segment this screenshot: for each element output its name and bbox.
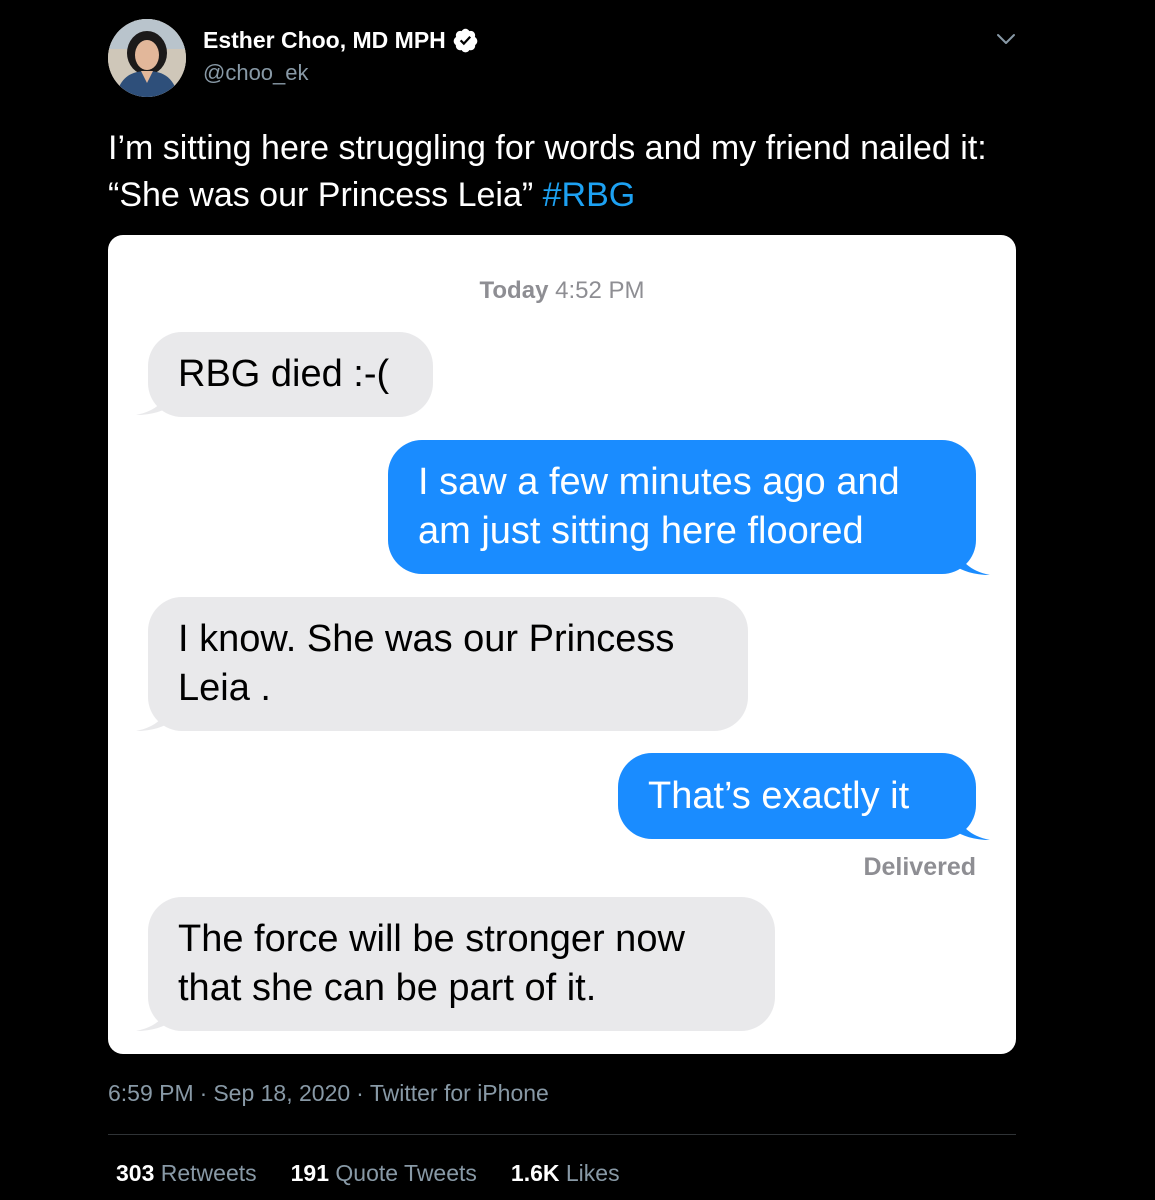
message-bubble-outgoing: That’s exactly it (618, 753, 976, 839)
tweet-text: I’m sitting here struggling for words an… (108, 125, 1008, 219)
likes-count: 1.6K (510, 1160, 560, 1186)
message-text: am just sitting here floored (418, 510, 864, 552)
message-text: I know. She was our Princess (178, 618, 675, 660)
message-bubble-incoming: I know. She was our Princess Leia . (148, 597, 748, 731)
author-name[interactable]: Esther Choo, MD MPH (203, 27, 446, 54)
message-text: That’s exactly it (648, 774, 910, 817)
meta-separator: · (199, 1080, 208, 1106)
message-timestamp: Today 4:52 PM (108, 277, 1016, 305)
tweet-date[interactable]: Sep 18, 2020 (213, 1080, 350, 1106)
retweets-label: Retweets (154, 1160, 257, 1186)
avatar[interactable] (108, 19, 186, 97)
likes-stat[interactable]: 1.6K Likes (511, 1160, 620, 1187)
chevron-down-icon[interactable] (992, 27, 1020, 51)
tweet-time[interactable]: 6:59 PM (108, 1080, 194, 1106)
timestamp-time: 4:52 PM (548, 277, 645, 304)
verified-badge-icon (452, 27, 479, 54)
author-handle[interactable]: @choo_ek (203, 60, 309, 86)
message-text: RBG died :-( (178, 353, 390, 395)
message-text: I saw a few minutes ago and (418, 461, 900, 503)
avatar-image (108, 19, 186, 97)
quote-tweets-stat[interactable]: 191 Quote Tweets (291, 1160, 477, 1187)
message-bubble-outgoing: I saw a few minutes ago and am just sitt… (388, 440, 976, 574)
tweet-media-image[interactable]: Today 4:52 PM RBG died :-( I saw a few m… (108, 235, 1016, 1054)
retweets-count: 303 (116, 1160, 155, 1186)
meta-separator: · (356, 1080, 364, 1106)
hashtag-link[interactable]: #RBG (543, 176, 636, 214)
quote-tweets-count: 191 (290, 1160, 330, 1186)
author-name-row[interactable]: Esther Choo, MD MPH (203, 27, 479, 54)
divider (108, 1134, 1016, 1135)
quote-tweets-label: Quote Tweets (329, 1160, 477, 1186)
tweet-source[interactable]: Twitter for iPhone (370, 1080, 549, 1106)
timestamp-day: Today (479, 277, 549, 304)
message-text: Leia . (178, 667, 271, 709)
retweets-stat[interactable]: 303 Retweets (116, 1160, 257, 1187)
tweet-stats: 303 Retweets 191 Quote Tweets 1.6K Likes (116, 1160, 620, 1187)
message-bubble-incoming: RBG died :-( (148, 332, 433, 417)
delivered-status: Delivered (863, 853, 976, 881)
likes-label: Likes (559, 1160, 620, 1186)
tweet-meta: 6:59 PM · Sep 18, 2020 · Twitter for iPhone (108, 1080, 549, 1107)
message-text: that she can be part of it. (178, 967, 597, 1009)
message-bubble-incoming: The force will be stronger now that she … (148, 897, 775, 1031)
message-text: The force will be stronger now (178, 918, 685, 960)
